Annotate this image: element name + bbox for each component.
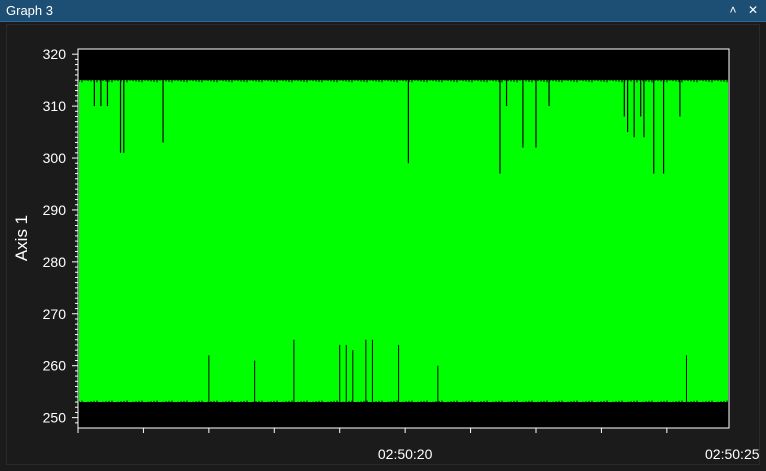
x-axis: 02:50:20 02:50:25 [77,428,760,462]
y-tick-label: 300 [43,150,67,166]
y-tick-label: 280 [43,254,67,270]
signal-series [78,78,728,405]
y-tick-label: 260 [43,358,67,374]
signal-band [79,80,728,403]
x-tick-label: 02:50:20 [378,446,433,462]
chart: 250260270280290300310320 02:50:20 02:50:2… [12,46,760,462]
y-tick-label: 290 [43,202,67,218]
y-axis-title: Axis 1 [12,215,31,261]
y-tick-label: 310 [43,98,67,114]
y-tick-label: 320 [43,46,67,62]
y-tick-label: 250 [43,410,67,426]
y-axis: 250 260 270 280 290 300 310 320 [43,46,78,426]
y-tick-label: 270 [43,306,67,322]
x-tick-label: 02:50:25 [705,446,760,462]
